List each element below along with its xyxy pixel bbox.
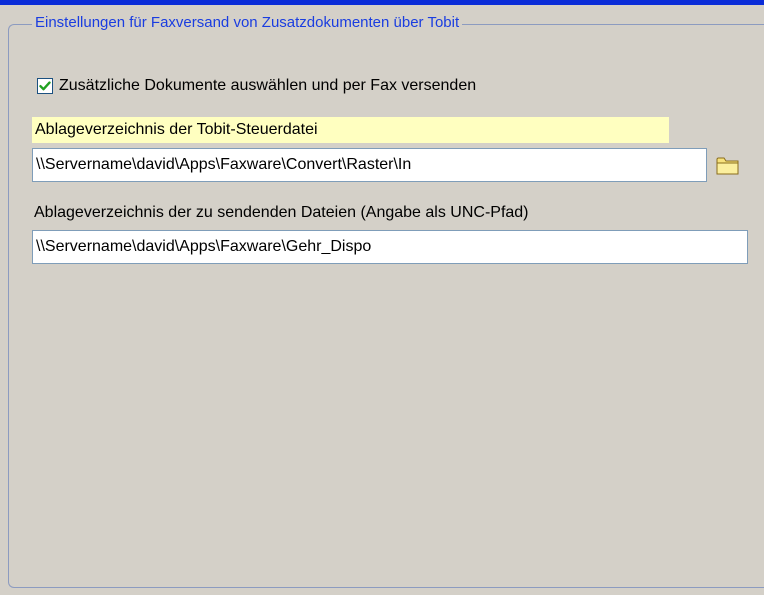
- control-file-path-input[interactable]: \\Servername\david\Apps\Faxware\Convert\…: [32, 148, 707, 182]
- control-file-path-label: Ablageverzeichnis der Tobit-Steuerdatei: [32, 117, 669, 143]
- window-top-border: [0, 0, 764, 5]
- send-files-path-label: Ablageverzeichnis der zu sendenden Datei…: [34, 204, 529, 221]
- send-additional-docs-label: Zusätzliche Dokumente auswählen und per …: [59, 77, 477, 94]
- send-additional-docs-option[interactable]: Zusätzliche Dokumente auswählen und per …: [37, 75, 476, 97]
- send-additional-docs-checkbox[interactable]: [37, 78, 53, 94]
- folder-icon: [716, 157, 739, 175]
- settings-groupbox: [8, 24, 764, 588]
- send-files-path-input[interactable]: \\Servername\david\Apps\Faxware\Gehr_Dis…: [32, 230, 748, 264]
- browse-folder-button[interactable]: [708, 149, 748, 181]
- checkmark-icon: [39, 81, 51, 91]
- groupbox-title: Einstellungen für Faxversand von Zusatzd…: [32, 13, 463, 33]
